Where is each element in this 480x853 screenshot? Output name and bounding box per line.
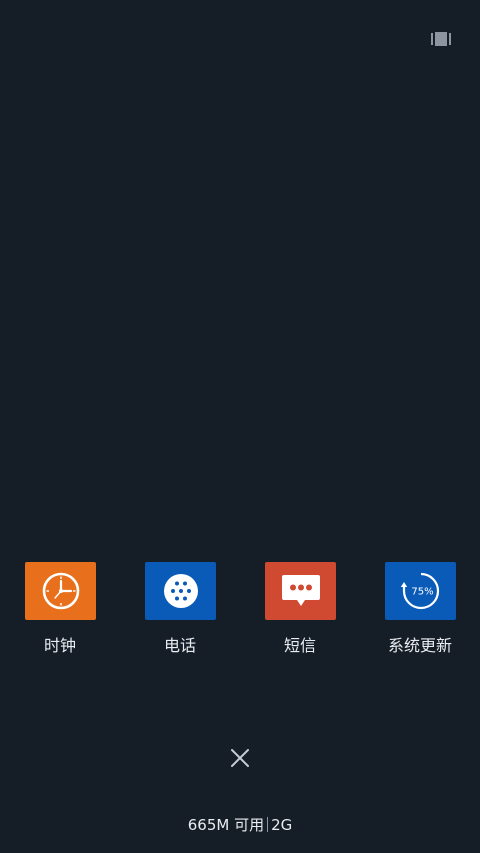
app-clock[interactable]: 时钟 — [5, 562, 115, 662]
separator — [267, 817, 269, 832]
close-button[interactable] — [229, 747, 251, 769]
memory-available: 665M 可用 — [187, 816, 265, 834]
memory-total: 2G — [271, 816, 293, 834]
recent-apps-row: 时钟 电话 短信 75% 系统更新 — [0, 562, 480, 662]
close-icon — [231, 749, 249, 767]
chat-bubble-icon[interactable] — [265, 562, 336, 620]
memory-status: 665M 可用 2G — [0, 815, 480, 835]
layout-switch-icon[interactable] — [431, 31, 451, 46]
app-system-update[interactable]: 75% 系统更新 — [365, 562, 475, 662]
app-label: 时钟 — [43, 636, 76, 655]
app-messages[interactable]: 短信 — [245, 562, 355, 662]
update-progress-icon[interactable]: 75% — [385, 562, 456, 620]
app-phone[interactable]: 电话 — [125, 562, 235, 662]
app-label: 电话 — [163, 636, 196, 655]
app-label: 系统更新 — [387, 636, 452, 655]
app-label: 短信 — [283, 636, 316, 655]
dialpad-icon[interactable] — [145, 562, 216, 620]
clock-icon[interactable] — [25, 562, 96, 620]
update-progress-text: 75% — [411, 587, 433, 598]
